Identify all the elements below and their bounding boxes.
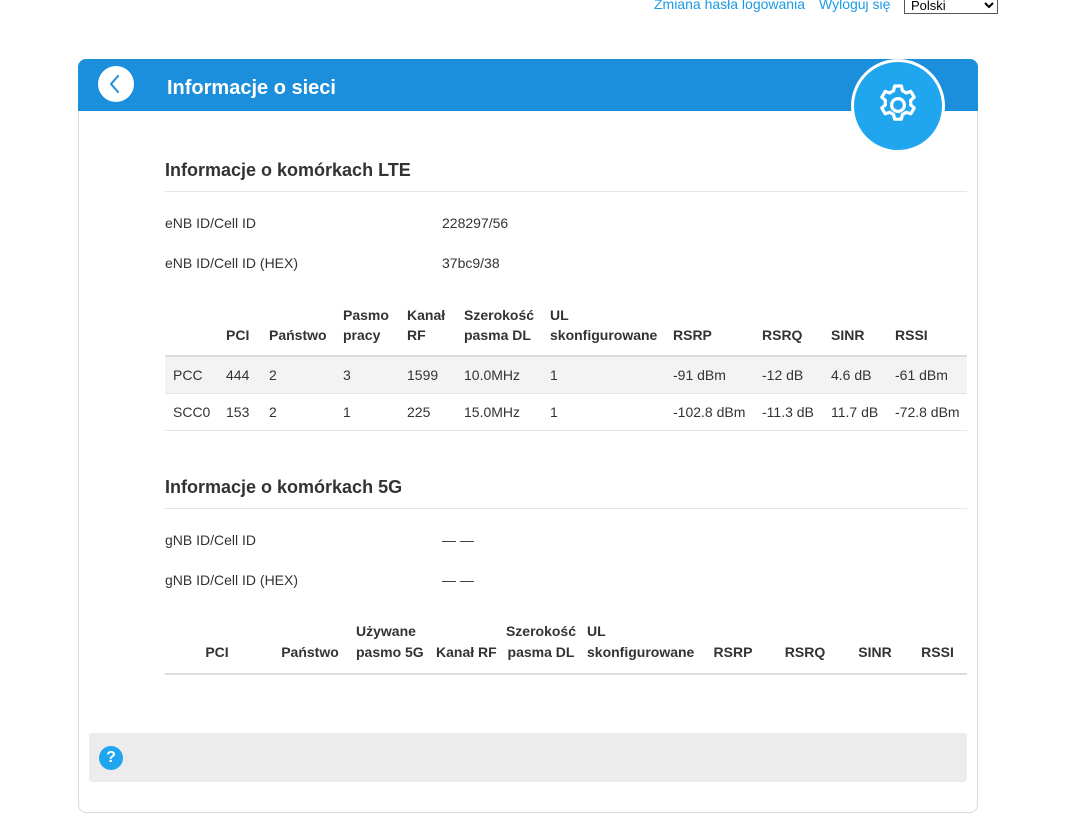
table-cell: 153: [218, 393, 261, 431]
column-header-rf-channel: Kanał RF: [399, 305, 456, 357]
table-header-row: PCI Państwo Pasmo pracy Kanał RF Szeroko…: [165, 305, 967, 357]
table-cell: -12 dB: [754, 356, 823, 394]
table-row: SCC0 153 2 1 225 15.0MHz 1 -102.8 dBm -1…: [165, 393, 967, 431]
top-bar: Zmiana hasła logowania Wyloguj się Polsk…: [0, 0, 1073, 20]
column-header-rsrq: RSRQ: [768, 621, 842, 675]
column-header-rsrp: RSRP: [698, 621, 768, 675]
nr-section-title: Informacje o komórkach 5G: [165, 477, 403, 497]
table-cell: PCC: [165, 356, 218, 394]
column-header-rf-channel: Kanał RF: [431, 621, 501, 675]
language-select[interactable]: Polski: [904, 0, 998, 14]
column-header-dl-bandwidth: Szerokość pasma DL: [501, 621, 581, 675]
table-cell: 15.0MHz: [456, 393, 542, 431]
gnb-id-hex-value: — —: [442, 572, 474, 588]
table-cell: 3: [335, 356, 399, 394]
table-row: PCC 444 2 3 1599 10.0MHz 1 -91 dBm -12 d…: [165, 356, 967, 394]
nr-cells-table: PCI Państwo Używane pasmo 5G Kanał RF Sz…: [165, 621, 967, 675]
table-cell: 225: [399, 393, 456, 431]
column-header-country: Państwo: [261, 305, 335, 357]
enb-id-value: 228297/56: [442, 215, 509, 231]
enb-id-label: eNB ID/Cell ID: [165, 215, 257, 231]
help-icon[interactable]: ?: [99, 746, 123, 770]
table-cell: -11.3 dB: [754, 393, 823, 431]
column-header-rssi: RSSI: [887, 305, 967, 357]
column-header-pci: PCI: [218, 305, 261, 357]
column-header-ul-configured: UL skonfigurowane: [581, 621, 698, 675]
table-cell: 1: [335, 393, 399, 431]
column-header-dl-bandwidth: Szerokość pasma DL: [456, 305, 542, 357]
table-cell: -61 dBm: [887, 356, 967, 394]
gear-icon: [880, 84, 916, 121]
table-cell: 10.0MHz: [456, 356, 542, 394]
table-cell: -102.8 dBm: [665, 393, 754, 431]
lte-section-title: Informacje o komórkach LTE: [165, 160, 411, 180]
table-cell: 4.6 dB: [823, 356, 887, 394]
settings-badge: [851, 59, 945, 153]
back-button[interactable]: [98, 66, 134, 102]
card-header: Informacje o sieci: [78, 59, 978, 111]
column-header-sinr: SINR: [823, 305, 887, 357]
enb-id-hex-label: eNB ID/Cell ID (HEX): [165, 255, 299, 271]
gnb-id-value: — —: [442, 532, 474, 548]
table-cell: -91 dBm: [665, 356, 754, 394]
column-header-band: Używane pasmo 5G: [351, 621, 431, 675]
column-header-country: Państwo: [269, 621, 351, 675]
table-cell: 1599: [399, 356, 456, 394]
lte-cells-table: PCI Państwo Pasmo pracy Kanał RF Szeroko…: [165, 305, 967, 431]
column-header-rssi: RSSI: [908, 621, 967, 675]
column-header: [165, 305, 218, 357]
column-header-rsrp: RSRP: [665, 305, 754, 357]
column-header-band: Pasmo pracy: [335, 305, 399, 357]
table-cell: SCC0: [165, 393, 218, 431]
table-header-row: PCI Państwo Używane pasmo 5G Kanał RF Sz…: [165, 621, 967, 675]
table-cell: -72.8 dBm: [887, 393, 967, 431]
section-divider: [165, 508, 967, 509]
table-cell: 2: [261, 393, 335, 431]
table-cell: 444: [218, 356, 261, 394]
column-header-sinr: SINR: [842, 621, 908, 675]
chevron-left-icon: [110, 75, 119, 93]
change-password-link[interactable]: Zmiana hasła logowania: [654, 0, 805, 12]
help-bar: ?: [89, 733, 967, 782]
table-cell: 1: [542, 356, 665, 394]
enb-id-hex-value: 37bc9/38: [442, 255, 500, 271]
column-header-ul-configured: UL skonfigurowane: [542, 305, 665, 357]
column-header-rf-channel-text: Kanał RF: [436, 644, 497, 660]
column-header-ul-configured-text: UL skonfigurowane: [587, 623, 695, 660]
page-title: Informacje o sieci: [167, 77, 336, 99]
table-cell: 11.7 dB: [823, 393, 887, 431]
section-divider: [165, 191, 967, 192]
logout-link[interactable]: Wyloguj się: [819, 0, 890, 12]
column-header-rsrq: RSRQ: [754, 305, 823, 357]
network-info-card: Informacje o sieci Informacje o komórkac…: [78, 59, 978, 813]
gnb-id-label: gNB ID/Cell ID: [165, 532, 257, 548]
gnb-id-hex-label: gNB ID/Cell ID (HEX): [165, 572, 299, 588]
column-header-pci: PCI: [165, 621, 269, 675]
table-cell: 2: [261, 356, 335, 394]
table-cell: 1: [542, 393, 665, 431]
column-header-band-text: Używane pasmo 5G: [356, 623, 424, 660]
